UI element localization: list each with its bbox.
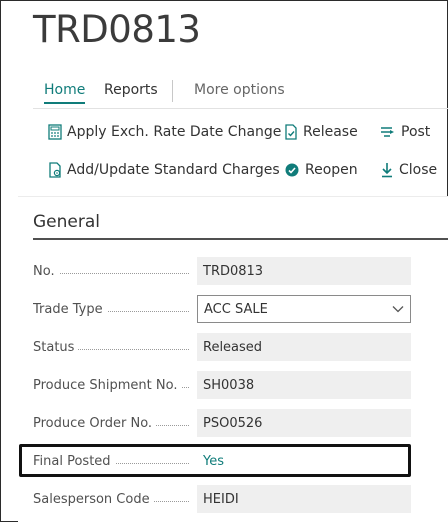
- field-label-trade-type: Trade Type: [33, 302, 193, 317]
- field-label-produce-shipment-no: Produce Shipment No.: [33, 378, 193, 393]
- tab-reports[interactable]: Reports: [104, 82, 158, 98]
- release-label: Release: [303, 124, 358, 140]
- post-icon: [381, 127, 394, 137]
- tab-separator: [172, 80, 173, 102]
- tab-home[interactable]: Home: [44, 82, 86, 104]
- reopen-button[interactable]: Reopen: [284, 162, 358, 178]
- field-label-salesperson-code: Salesperson Code: [33, 492, 193, 507]
- section-title-general[interactable]: General: [33, 212, 100, 232]
- tabs-divider: [33, 108, 448, 109]
- apply-exch-rate-button[interactable]: Apply Exch. Rate Date Change: [48, 124, 281, 140]
- field-value-no[interactable]: TRD0813: [197, 257, 411, 285]
- document-settings-icon: [49, 162, 61, 178]
- reopen-label: Reopen: [305, 162, 358, 178]
- field-label-no: No.: [33, 264, 193, 279]
- field-value-produce-shipment-no[interactable]: SH0038: [197, 371, 411, 399]
- apply-exch-rate-label: Apply Exch. Rate Date Change: [67, 124, 282, 140]
- tab-more-options[interactable]: More options: [194, 82, 285, 98]
- post-button[interactable]: Post: [380, 124, 430, 140]
- download-arrow-icon: [382, 163, 392, 178]
- add-update-standard-charges-button[interactable]: Add/Update Standard Charges: [48, 162, 280, 178]
- add-update-standard-charges-label: Add/Update Standard Charges: [67, 162, 280, 178]
- field-label-status: Status: [33, 340, 193, 355]
- close-button[interactable]: Close: [380, 162, 437, 178]
- field-value-produce-order-no[interactable]: PSO0526: [197, 409, 411, 437]
- field-label-produce-order-no: Produce Order No.: [33, 416, 193, 431]
- trade-type-value: ACC SALE: [204, 301, 268, 317]
- field-value-status[interactable]: Released: [197, 333, 411, 361]
- calculator-icon: [48, 124, 62, 140]
- post-label: Post: [401, 124, 431, 140]
- close-label: Close: [399, 162, 438, 178]
- reopen-icon: [285, 163, 299, 177]
- release-button[interactable]: Release: [284, 124, 358, 140]
- field-value-salesperson-code[interactable]: HEIDI: [197, 485, 411, 513]
- document-check-icon: [285, 124, 297, 140]
- trade-type-select[interactable]: ACC SALE: [197, 295, 411, 323]
- page-title: TRD0813: [33, 8, 201, 51]
- section-underline: [33, 238, 448, 240]
- chevron-down-icon: [392, 306, 404, 313]
